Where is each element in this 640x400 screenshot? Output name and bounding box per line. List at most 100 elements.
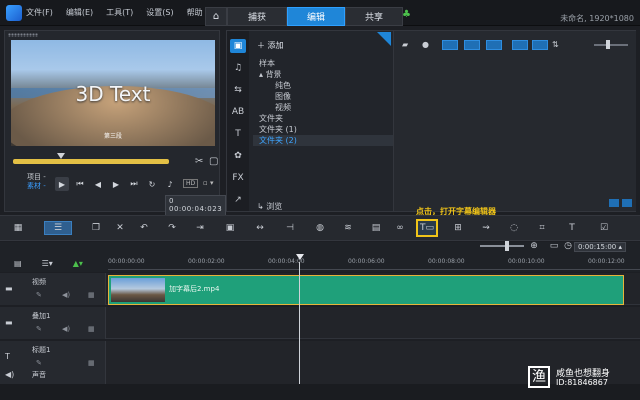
timeline-view-icon[interactable]: ☰ xyxy=(44,221,72,235)
audio-wave-icon[interactable]: ≋ xyxy=(340,221,356,235)
track-name: 声音 xyxy=(32,371,46,379)
menu-file[interactable]: 文件(F) xyxy=(26,7,53,18)
menu-help[interactable]: 帮助 xyxy=(187,7,203,18)
ab-transition-icon[interactable]: AB xyxy=(230,105,246,119)
trim-bar[interactable] xyxy=(13,159,169,164)
fit-icon[interactable]: ⇥ xyxy=(192,221,208,235)
loop-icon[interactable]: ◌ xyxy=(506,221,522,235)
add-marker-icon[interactable]: ▲▾ xyxy=(73,259,83,268)
thumb-size-knob[interactable] xyxy=(606,40,610,49)
ruler-label: 00:00:02:00 xyxy=(188,258,225,265)
track-volume-icon[interactable]: ◀) xyxy=(62,325,70,333)
menu-tools[interactable]: 工具(T) xyxy=(106,7,133,18)
tab-edit[interactable]: 编辑 xyxy=(287,7,345,26)
tab-home[interactable]: ⌂ xyxy=(205,7,227,26)
zoom-fit-icon[interactable]: ⌗ xyxy=(534,221,550,235)
ripple-icon[interactable]: ▦ xyxy=(88,291,95,299)
transition-icon[interactable]: ⇆ xyxy=(230,83,246,97)
graphics-icon[interactable]: ✿ xyxy=(230,149,246,163)
leaf-icon[interactable]: ♣ xyxy=(402,10,412,20)
hd-toggle[interactable]: HD xyxy=(183,179,199,188)
play-mode[interactable]: 项目 - 素材 - xyxy=(27,173,46,191)
tree-item[interactable]: 图像 xyxy=(253,91,393,102)
multicam-icon[interactable]: ▤ xyxy=(368,221,384,235)
menu-bar: 文件(F) 编辑(E) 工具(T) 设置(S) 帮助 xyxy=(26,7,203,18)
undo-icon[interactable]: ↶ xyxy=(136,221,152,235)
tab-capture[interactable]: 捕获 xyxy=(227,7,287,26)
tools-icon[interactable]: ✕ xyxy=(112,221,128,235)
path-icon[interactable]: ↗ xyxy=(230,193,246,207)
filter-image-icon[interactable] xyxy=(464,40,480,50)
add-folder-button[interactable]: ＋ 添加 xyxy=(257,40,284,51)
repeat-icon[interactable]: ↻ xyxy=(145,177,159,191)
text-tool-icon[interactable]: T xyxy=(564,221,580,235)
record-tool-icon[interactable]: ◍ xyxy=(312,221,328,235)
tab-share[interactable]: 共享 xyxy=(345,7,403,26)
storyboard-view-icon[interactable]: ▦ xyxy=(10,221,26,235)
track-volume-icon[interactable]: ◀) xyxy=(62,291,70,299)
trim-icon[interactable]: ⊣ xyxy=(282,221,298,235)
tree-item[interactable]: 文件夹 xyxy=(253,113,393,124)
zoom-slider[interactable] xyxy=(480,245,524,247)
mode-clip[interactable]: 素材 - xyxy=(27,182,46,191)
options-icon[interactable] xyxy=(609,199,619,207)
copy-icon[interactable]: ❐ xyxy=(88,221,104,235)
home-icon[interactable]: ⏮ xyxy=(73,177,87,191)
tree-item[interactable]: 样本 xyxy=(253,58,393,69)
playhead-line[interactable] xyxy=(299,262,300,400)
scissors-icon[interactable]: ✂ xyxy=(195,156,203,167)
view-thumb-icon[interactable] xyxy=(512,40,528,50)
tree-item[interactable]: 视频 xyxy=(253,102,393,113)
menu-settings[interactable]: 设置(S) xyxy=(146,7,173,18)
tree-item[interactable]: 文件夹 (1) xyxy=(253,124,393,135)
next-frame-icon[interactable]: ▶ xyxy=(109,177,123,191)
fx-icon[interactable]: FX xyxy=(230,171,246,185)
sort-icon[interactable]: ⇅ xyxy=(552,40,559,50)
filter-video-icon[interactable] xyxy=(442,40,458,50)
play-icon[interactable]: ▶ xyxy=(55,177,69,191)
view-list-icon[interactable] xyxy=(532,40,548,50)
panel-grip[interactable] xyxy=(8,33,38,37)
prev-frame-icon[interactable]: ◀ xyxy=(91,177,105,191)
playhead-handle[interactable] xyxy=(296,254,304,260)
folder-icon[interactable]: ▰ xyxy=(402,40,408,50)
edit-icon[interactable]: ✎ xyxy=(36,325,42,333)
tree-item[interactable]: 纯色 xyxy=(253,80,393,91)
redo-icon[interactable]: ↷ xyxy=(164,221,180,235)
video-clip[interactable]: 加字幕后2.mp4 xyxy=(108,275,624,305)
audio-track-icon: ◀) xyxy=(5,370,15,379)
link-icon[interactable]: ∞ xyxy=(392,221,408,235)
zoom-knob[interactable] xyxy=(505,241,509,251)
media-icon[interactable]: ▣ xyxy=(230,39,246,53)
crop-tool-icon[interactable]: ▣ xyxy=(222,221,238,235)
volume-icon[interactable]: ♪ xyxy=(163,177,177,191)
scrub-handle[interactable] xyxy=(57,153,65,159)
menu-edit[interactable]: 编辑(E) xyxy=(66,7,93,18)
edit-icon[interactable]: ✎ xyxy=(36,291,42,299)
thumb-size-slider[interactable] xyxy=(594,44,628,46)
ripple-icon[interactable]: ▦ xyxy=(88,325,95,333)
track-manager-icon[interactable]: ▤ xyxy=(14,259,22,268)
check-icon[interactable]: ☑ xyxy=(596,221,612,235)
crop-icon[interactable]: ▢ xyxy=(209,156,218,167)
timeline-timecode[interactable]: 0:00:15:00 ▴ xyxy=(574,242,626,252)
zoom-in-icon[interactable]: ⊕ xyxy=(526,239,542,253)
end-icon[interactable]: ⏭ xyxy=(127,177,141,191)
time-ruler[interactable]: 00:00:00:00 00:00:02:00 00:00:04:00 00:0… xyxy=(108,256,640,270)
chapter-icon[interactable]: ☰▾ xyxy=(42,259,53,268)
title-icon[interactable]: T xyxy=(230,127,246,141)
record-icon[interactable]: ● xyxy=(422,40,429,50)
instant-project-icon[interactable]: ♫ xyxy=(230,61,246,75)
tree-item-selected[interactable]: 文件夹 (2) xyxy=(253,135,393,146)
track-name: 标题1 xyxy=(32,346,51,354)
expand-icon[interactable] xyxy=(622,199,632,207)
split-icon[interactable]: ↔ xyxy=(252,221,268,235)
motion-icon[interactable]: ⇝ xyxy=(478,221,494,235)
mode-project[interactable]: 项目 - xyxy=(27,173,46,182)
subtitle-editor-button[interactable]: T▭ xyxy=(416,219,438,237)
browse-button[interactable]: ↳ 浏览 xyxy=(257,201,282,212)
filter-audio-icon[interactable] xyxy=(486,40,502,50)
aspect-ratio-select[interactable]: ▫ ▾ xyxy=(203,179,213,187)
tree-item[interactable]: ▴ 背景 xyxy=(253,69,393,80)
grid-icon[interactable]: ⊞ xyxy=(450,221,466,235)
